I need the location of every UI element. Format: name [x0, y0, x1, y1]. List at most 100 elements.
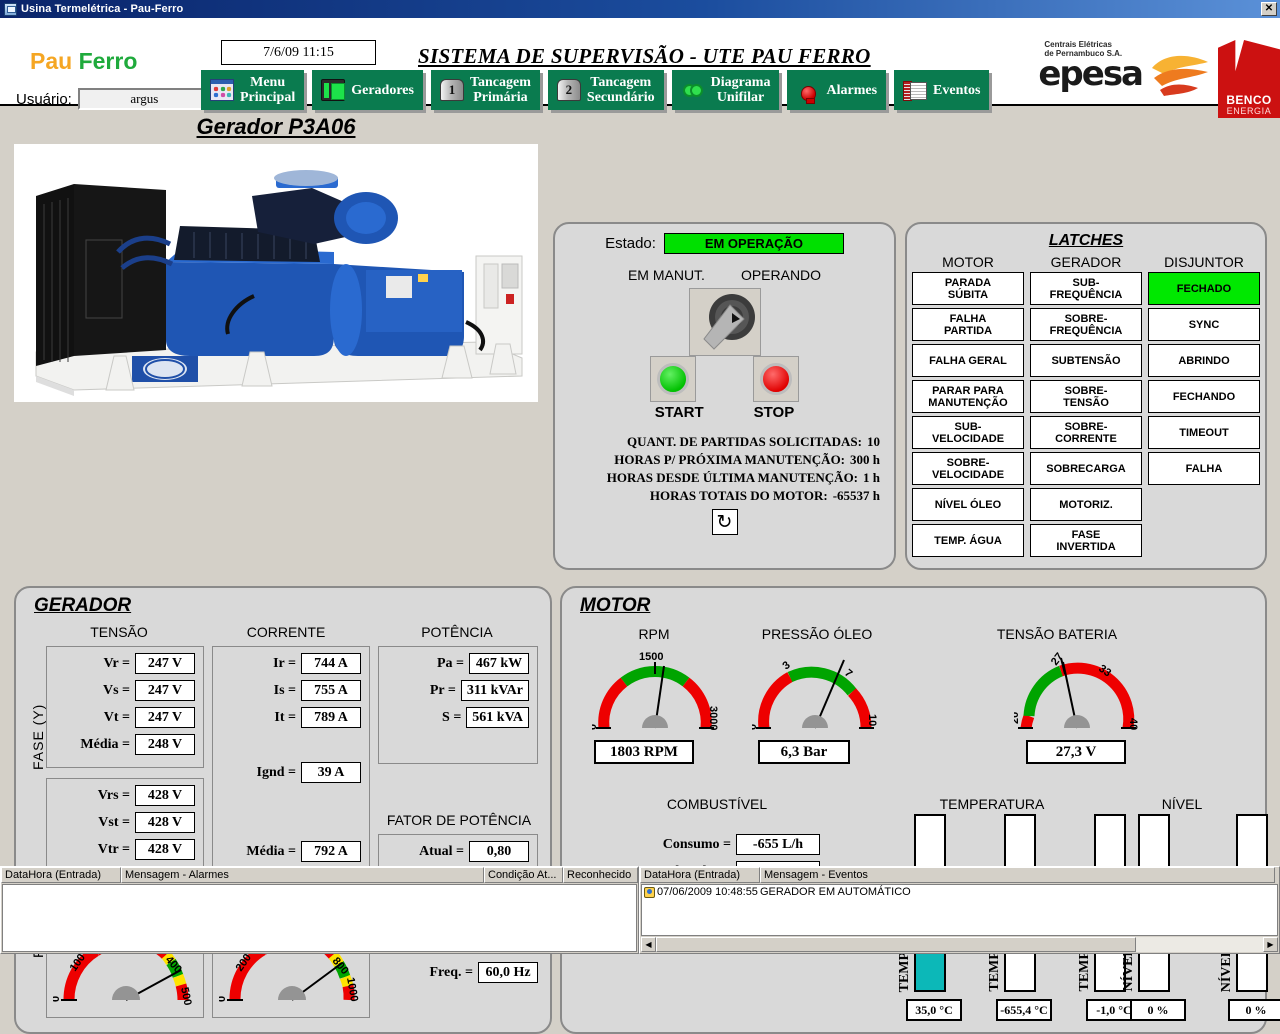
- field-label: Consumo =: [662, 836, 731, 852]
- field-value: 428 V: [135, 785, 195, 806]
- scroll-right-icon[interactable]: ▶: [1263, 937, 1278, 952]
- bateria-value: 27,3 V: [1026, 740, 1126, 764]
- stat-value: 300 h: [850, 452, 880, 467]
- alarms-col-reconhecido[interactable]: Reconhecido: [563, 867, 638, 883]
- nav-diagrama-unifilar[interactable]: Diagrama Unifilar: [671, 70, 780, 110]
- events-grid: DataHora (Entrada) Mensagem - Eventos 07…: [639, 866, 1280, 954]
- stat-value: 10: [867, 434, 880, 449]
- field-label: Vrs =: [97, 787, 130, 803]
- close-icon[interactable]: ✕: [1261, 2, 1277, 16]
- rpm-value: 1803 RPM: [594, 740, 694, 764]
- field-label: Is =: [273, 682, 296, 698]
- tank-1-icon: 1: [439, 79, 464, 101]
- nav-geradores[interactable]: Geradores: [312, 70, 423, 110]
- brand-logo: Pau Ferro: [30, 48, 137, 75]
- table-row[interactable]: 07/06/2009 10:48:55 GERADOR EM AUTOMÁTIC…: [642, 885, 1277, 899]
- latch-item[interactable]: SOBRE- FREQUÊNCIA: [1030, 308, 1142, 341]
- latch-item[interactable]: MOTORIZ.: [1030, 488, 1142, 521]
- latch-item[interactable]: FECHANDO: [1148, 380, 1260, 413]
- latch-item[interactable]: PARAR PARA MANUTENÇÃO: [912, 380, 1024, 413]
- field-row: Vt = 247 V: [55, 707, 195, 728]
- latch-item[interactable]: SOBRE- CORRENTE: [1030, 416, 1142, 449]
- field-value: 428 V: [135, 812, 195, 833]
- single-line-diagram-icon: [681, 79, 705, 101]
- field-label: Vtr =: [97, 841, 130, 857]
- refresh-wrap: ↻: [555, 509, 894, 535]
- benco-name: BENCO: [1226, 93, 1272, 107]
- nav-tancagem-secundaria[interactable]: 2 Tancagem Secundário: [547, 70, 664, 110]
- corrente-group: Ir = 744 A Is = 755 A It = 789 A Ignd = 39 A…: [212, 646, 370, 1018]
- freq-label: Freq. =: [429, 964, 474, 980]
- svg-text:10: 10: [866, 714, 878, 726]
- events-grid-body[interactable]: 07/06/2009 10:48:55 GERADOR EM AUTOMÁTIC…: [641, 884, 1278, 936]
- alarms-grid-body[interactable]: [2, 884, 637, 952]
- bottom-status-grids: DataHora (Entrada) Mensagem - Alarmes Co…: [0, 866, 1280, 954]
- nav-label: Tancagem Primária: [469, 75, 531, 105]
- alarms-col-condicao[interactable]: Condição At...: [484, 867, 563, 883]
- events-horizontal-scrollbar[interactable]: ◀ ▶: [641, 937, 1278, 952]
- latch-item[interactable]: SOBRE- VELOCIDADE: [912, 452, 1024, 485]
- stat-row: QUANT. DE PARTIDAS SOLICITADAS: 10: [563, 433, 880, 451]
- scroll-track[interactable]: [656, 937, 1263, 952]
- latch-item[interactable]: PARADA SÚBITA: [912, 272, 1024, 305]
- field-value: 247 V: [135, 707, 195, 728]
- field-value: 428 V: [135, 839, 195, 860]
- latch-item[interactable]: FALHA GERAL: [912, 344, 1024, 377]
- svg-text:3000: 3000: [707, 706, 718, 730]
- start-lamp-icon: [657, 363, 689, 395]
- latch-item[interactable]: TEMP. ÁGUA: [912, 524, 1024, 557]
- bar-value: 35,0 °C: [906, 999, 962, 1021]
- latch-item[interactable]: FALHA: [1148, 452, 1260, 485]
- latch-item[interactable]: SUB- FREQUÊNCIA: [1030, 272, 1142, 305]
- nav-alarmes[interactable]: Alarmes: [787, 70, 887, 110]
- nav-tancagem-primaria[interactable]: 1 Tancagem Primária: [430, 70, 540, 110]
- field-row: S = 561 kVA: [387, 707, 529, 728]
- latch-item[interactable]: SOBRE- TENSÃO: [1030, 380, 1142, 413]
- nav-label: Eventos: [933, 82, 981, 98]
- events-col-mensagem[interactable]: Mensagem - Eventos: [760, 867, 1275, 883]
- estado-statistics: QUANT. DE PARTIDAS SOLICITADAS: 10 HORAS …: [563, 433, 880, 505]
- latch-item[interactable]: SOBRECARGA: [1030, 452, 1142, 485]
- nav-menu-principal[interactable]: Menu Principal: [201, 70, 305, 110]
- svg-text:20: 20: [1014, 712, 1021, 724]
- nav-eventos[interactable]: Eventos: [894, 70, 990, 110]
- latch-item[interactable]: TIMEOUT: [1148, 416, 1260, 449]
- field-row: Média = 248 V: [55, 734, 195, 755]
- field-value: 744 A: [301, 653, 361, 674]
- bar-value: -655,4 °C: [996, 999, 1052, 1021]
- field-row: Vrs = 428 V: [55, 785, 195, 806]
- latch-item[interactable]: SUBTENSÃO: [1030, 344, 1142, 377]
- latch-item[interactable]: FASE INVERTIDA: [1030, 524, 1142, 557]
- mode-rotary-switch[interactable]: [688, 288, 761, 356]
- gerador-panel-title: GERADOR: [34, 595, 132, 616]
- scroll-thumb[interactable]: [656, 937, 1136, 952]
- field-row: Pa = 467 kW: [387, 653, 529, 674]
- estado-label: Estado:: [605, 235, 656, 252]
- events-col-datahora[interactable]: DataHora (Entrada): [640, 867, 760, 883]
- event-user-icon: [644, 886, 655, 898]
- start-button[interactable]: [650, 356, 696, 402]
- rpm-caption: RPM: [638, 626, 670, 642]
- latch-item[interactable]: NÍVEL ÓLEO: [912, 488, 1024, 521]
- refresh-icon[interactable]: ↻: [711, 509, 738, 535]
- tensao-bateria-gauge: 20 27 33 40: [1009, 644, 1140, 745]
- stop-button[interactable]: [753, 356, 799, 402]
- motor-panel: MOTOR RPM PRESSÃO ÓLEO TENSÃO BATERIA 0 …: [560, 586, 1280, 1034]
- stat-row: HORAS P/ PRÓXIMA MANUTENÇÃO: 300 h: [563, 451, 880, 469]
- scroll-left-icon[interactable]: ◀: [641, 937, 656, 952]
- latch-item[interactable]: ABRINDO: [1148, 344, 1260, 377]
- field-value: 39 A: [301, 762, 361, 783]
- event-message: GERADOR EM AUTOMÁTICO: [759, 886, 911, 898]
- motor-panel-title: MOTOR: [580, 595, 651, 616]
- field-label: Pr =: [429, 682, 456, 698]
- field-value: 248 V: [135, 734, 195, 755]
- latch-item[interactable]: SYNC: [1148, 308, 1260, 341]
- field-value: 467 kW: [469, 653, 529, 674]
- nav-label: Menu Principal: [240, 75, 296, 105]
- alarms-col-mensagem[interactable]: Mensagem - Alarmes: [121, 867, 484, 883]
- latch-item[interactable]: FECHADO: [1148, 272, 1260, 305]
- alarms-col-datahora[interactable]: DataHora (Entrada): [1, 867, 121, 883]
- bateria-caption: TENSÃO BATERIA: [996, 626, 1118, 642]
- latch-item[interactable]: FALHA PARTIDA: [912, 308, 1024, 341]
- latch-item[interactable]: SUB- VELOCIDADE: [912, 416, 1024, 449]
